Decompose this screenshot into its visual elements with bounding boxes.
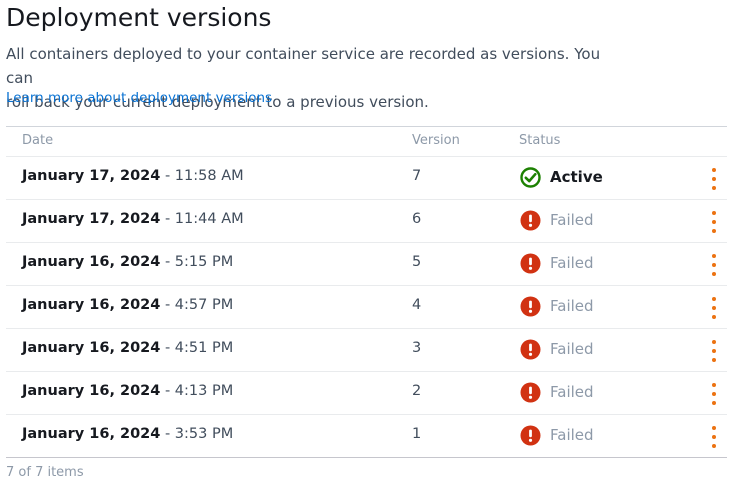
menu-dot: [712, 306, 716, 310]
date-cell: January 16, 2024 - 5:15 PM: [22, 254, 233, 270]
date-text: January 16, 2024: [22, 340, 161, 356]
menu-dot: [712, 272, 716, 276]
date-cell: January 16, 2024 - 4:57 PM: [22, 297, 233, 313]
version-cell: 2: [412, 383, 422, 399]
vertical-ellipsis-icon: [712, 254, 716, 258]
date-cell: January 16, 2024 - 4:51 PM: [22, 340, 233, 356]
vertical-ellipsis-icon: [712, 426, 716, 430]
vertical-ellipsis-icon: [712, 297, 716, 301]
menu-dot: [712, 435, 716, 439]
table-body: January 17, 2024 - 11:58 AM 7 Active Januar…: [6, 157, 727, 458]
time-text: - 5:15 PM: [160, 254, 234, 270]
menu-dot: [712, 229, 716, 233]
version-cell: 7: [412, 168, 422, 184]
date-cell: January 17, 2024 - 11:58 AM: [22, 168, 244, 184]
deployment-versions-table: Date Version Status January 17, 2024 - 1…: [6, 126, 727, 458]
table-row: January 16, 2024 - 4:57 PM 4 Failed: [6, 286, 727, 329]
vertical-ellipsis-icon: [712, 211, 716, 215]
table-row: January 17, 2024 - 11:58 AM 7 Active: [6, 157, 727, 200]
time-text: - 4:57 PM: [160, 297, 234, 313]
table-row: January 16, 2024 - 4:51 PM 3 Failed: [6, 329, 727, 372]
version-cell: 3: [412, 340, 422, 356]
menu-dot: [712, 315, 716, 319]
date-text: January 16, 2024: [22, 426, 161, 442]
status-text: Failed: [550, 297, 594, 315]
table-row: January 16, 2024 - 4:13 PM 2 Failed: [6, 372, 727, 415]
check-circle-icon: [520, 166, 541, 188]
row-actions-menu-button[interactable]: [706, 254, 722, 276]
exclamation-circle-icon: [520, 296, 541, 317]
item-count: 7 of 7 items: [6, 465, 84, 480]
exclamation-circle-icon: [520, 253, 541, 274]
date-text: January 16, 2024: [22, 254, 161, 270]
date-text: January 16, 2024: [22, 383, 161, 399]
table-row: January 16, 2024 - 5:15 PM 5 Failed: [6, 243, 727, 286]
row-actions-menu-button[interactable]: [706, 168, 722, 190]
row-actions-menu-button[interactable]: [706, 211, 722, 233]
status-cell: Failed: [520, 338, 594, 360]
menu-dot: [712, 186, 716, 190]
status-cell: Failed: [520, 295, 594, 317]
menu-dot: [712, 220, 716, 224]
exclamation-circle-icon: [520, 382, 541, 403]
menu-dot: [712, 263, 716, 267]
time-text: - 4:13 PM: [160, 383, 234, 399]
menu-dot: [712, 401, 716, 405]
date-cell: January 16, 2024 - 3:53 PM: [22, 426, 233, 442]
status-cell: Failed: [520, 424, 594, 446]
date-text: January 16, 2024: [22, 297, 161, 313]
date-text: January 17, 2024: [22, 211, 161, 227]
version-cell: 1: [412, 426, 422, 442]
date-cell: January 16, 2024 - 4:13 PM: [22, 383, 233, 399]
menu-dot: [712, 177, 716, 181]
version-cell: 6: [412, 211, 422, 227]
vertical-ellipsis-icon: [712, 383, 716, 387]
status-text: Failed: [550, 340, 594, 358]
time-text: - 11:44 AM: [160, 211, 244, 227]
exclamation-circle-icon: [520, 210, 541, 231]
menu-dot: [712, 358, 716, 362]
time-text: - 11:58 AM: [160, 168, 244, 184]
column-header-status: Status: [519, 133, 561, 148]
table-row: January 17, 2024 - 11:44 AM 6 Failed: [6, 200, 727, 243]
date-cell: January 17, 2024 - 11:44 AM: [22, 211, 244, 227]
version-cell: 4: [412, 297, 422, 313]
exclamation-circle-icon: [520, 425, 541, 446]
menu-dot: [712, 349, 716, 353]
status-cell: Failed: [520, 252, 594, 274]
time-text: - 3:53 PM: [160, 426, 234, 442]
version-cell: 5: [412, 254, 422, 270]
table-row: January 16, 2024 - 3:53 PM 1 Failed: [6, 415, 727, 458]
row-actions-menu-button[interactable]: [706, 426, 722, 448]
time-text: - 4:51 PM: [160, 340, 234, 356]
status-cell: Failed: [520, 381, 594, 403]
date-text: January 17, 2024: [22, 168, 161, 184]
menu-dot: [712, 444, 716, 448]
column-header-date: Date: [22, 133, 54, 148]
page-title: Deployment versions: [6, 3, 272, 32]
description-line-1: All containers deployed to your containe…: [6, 45, 601, 87]
learn-more-link[interactable]: Learn more about deployment versions: [6, 90, 272, 106]
table-header: Date Version Status: [6, 127, 727, 157]
status-text: Active: [550, 168, 603, 186]
status-text: Failed: [550, 383, 594, 401]
menu-dot: [712, 392, 716, 396]
status-text: Failed: [550, 254, 594, 272]
vertical-ellipsis-icon: [712, 168, 716, 172]
row-actions-menu-button[interactable]: [706, 297, 722, 319]
status-cell: Active: [520, 166, 603, 188]
vertical-ellipsis-icon: [712, 340, 716, 344]
exclamation-circle-icon: [520, 339, 541, 360]
status-cell: Failed: [520, 209, 594, 231]
column-header-version: Version: [412, 133, 460, 148]
row-actions-menu-button[interactable]: [706, 383, 722, 405]
status-text: Failed: [550, 211, 594, 229]
row-actions-menu-button[interactable]: [706, 340, 722, 362]
status-text: Failed: [550, 426, 594, 444]
